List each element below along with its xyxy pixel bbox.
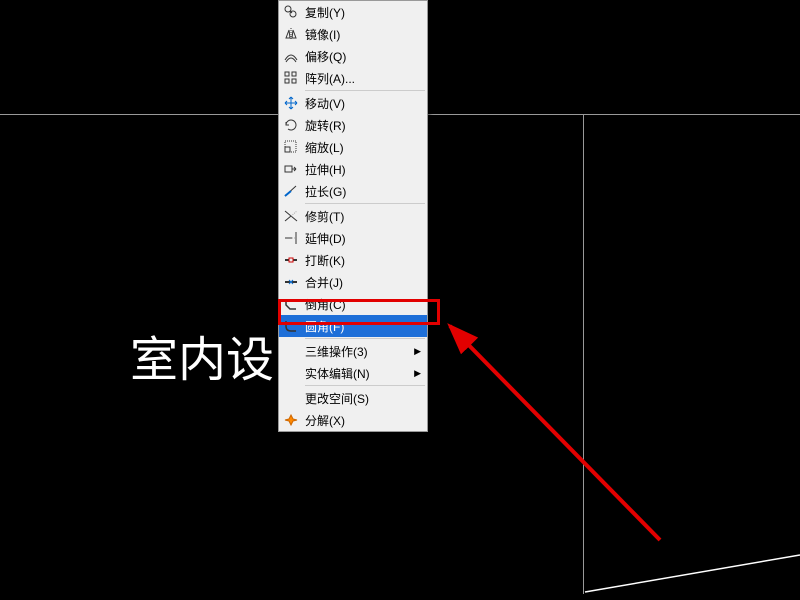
menu-item-join[interactable]: 合并(J) [279, 271, 427, 293]
menu-item-label: 偏移(Q) [303, 48, 421, 65]
explode-icon [279, 409, 303, 431]
join-icon [279, 271, 303, 293]
changespace-icon [279, 387, 303, 409]
copy-icon [279, 1, 303, 23]
menu-item-rotate[interactable]: 旋转(R) [279, 114, 427, 136]
menu-item-scale[interactable]: 缩放(L) [279, 136, 427, 158]
menu-item-changespace[interactable]: 更改空间(S) [279, 387, 427, 409]
scale-icon [279, 136, 303, 158]
menu-item-trim[interactable]: 修剪(T) [279, 205, 427, 227]
menu-item-label: 镜像(I) [303, 26, 421, 43]
menu-item-stretch[interactable]: 拉伸(H) [279, 158, 427, 180]
menu-item-label: 打断(K) [303, 252, 421, 269]
menu-item-chamfer[interactable]: 倒角(C) [279, 293, 427, 315]
array-icon [279, 67, 303, 89]
rotate-icon [279, 114, 303, 136]
context-menu[interactable]: 复制(Y) 镜像(I) 偏移(Q) 阵列(A)... 移动(V) 旋转(R) 缩放(L) 拉伸… [278, 0, 428, 432]
menu-item-label: 旋转(R) [303, 117, 421, 134]
extend-icon [279, 227, 303, 249]
menu-item-solidedit[interactable]: 实体编辑(N)▶ [279, 362, 427, 384]
menu-item-label: 分解(X) [303, 412, 421, 429]
menu-item-label: 更改空间(S) [303, 390, 421, 407]
menu-item-offset[interactable]: 偏移(Q) [279, 45, 427, 67]
trim-icon [279, 205, 303, 227]
menu-item-label: 延伸(D) [303, 230, 421, 247]
menu-item-fillet[interactable]: 圆角(F) [279, 315, 427, 337]
menu-separator [305, 203, 425, 204]
menu-item-3dops[interactable]: 三维操作(3)▶ [279, 340, 427, 362]
menu-item-label: 三维操作(3) [303, 343, 414, 360]
menu-item-label: 合并(J) [303, 274, 421, 291]
move-icon [279, 92, 303, 114]
menu-item-extend[interactable]: 延伸(D) [279, 227, 427, 249]
menu-item-label: 拉伸(H) [303, 161, 421, 178]
menu-separator [305, 90, 425, 91]
menu-item-mirror[interactable]: 镜像(I) [279, 23, 427, 45]
canvas-vertical-line [583, 114, 584, 594]
chamfer-icon [279, 293, 303, 315]
mirror-icon [279, 23, 303, 45]
menu-item-move[interactable]: 移动(V) [279, 92, 427, 114]
break-icon [279, 249, 303, 271]
background-text: 室内设 [130, 320, 274, 390]
menu-item-label: 复制(Y) [303, 4, 421, 21]
submenu-arrow-icon: ▶ [414, 346, 421, 357]
menu-item-explode[interactable]: 分解(X) [279, 409, 427, 431]
menu-item-lengthen[interactable]: 拉长(G) [279, 180, 427, 202]
menu-item-label: 倒角(C) [303, 296, 421, 313]
submenu-arrow-icon: ▶ [414, 368, 421, 379]
menu-item-label: 阵列(A)... [303, 70, 421, 87]
menu-separator [305, 385, 425, 386]
menu-separator [305, 338, 425, 339]
menu-item-label: 移动(V) [303, 95, 421, 112]
menu-item-array[interactable]: 阵列(A)... [279, 67, 427, 89]
fillet-icon [279, 315, 303, 337]
menu-item-break[interactable]: 打断(K) [279, 249, 427, 271]
3dops-icon [279, 340, 303, 362]
offset-icon [279, 45, 303, 67]
menu-item-copy[interactable]: 复制(Y) [279, 1, 427, 23]
menu-item-label: 实体编辑(N) [303, 365, 414, 382]
solidedit-icon [279, 362, 303, 384]
menu-item-label: 缩放(L) [303, 139, 421, 156]
lengthen-icon [279, 180, 303, 202]
stretch-icon [279, 158, 303, 180]
menu-item-label: 拉长(G) [303, 183, 421, 200]
menu-item-label: 修剪(T) [303, 208, 421, 225]
menu-item-label: 圆角(F) [303, 318, 421, 335]
